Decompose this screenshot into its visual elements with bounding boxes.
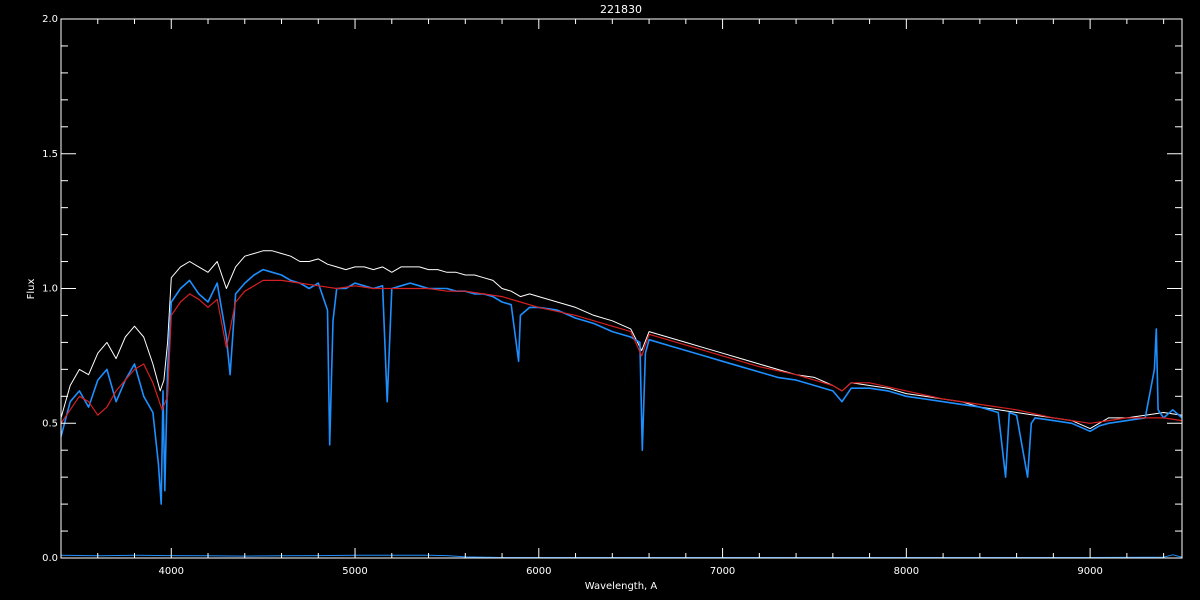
y-axis-title: Flux: [26, 279, 37, 300]
plot-frame: [60, 18, 1183, 559]
x-tick-label: 7000: [710, 566, 735, 577]
series-error-line: [61, 554, 1182, 558]
axes-layer: 4000 5000 6000 7000 8000 9000 0.0 0.5 1.0 1.5 2.0: [42, 14, 1183, 577]
x-tick-label: 9000: [1077, 566, 1102, 577]
series-layer: [61, 250, 1182, 558]
y-tick-label: 0.0: [42, 553, 58, 564]
spectrum-chart: 221830 Wavelength, A Flux 4000 5000 6000 70…: [0, 0, 1200, 600]
chart-title: 221830: [600, 3, 642, 16]
series-spectrum-line: [61, 268, 1182, 505]
series-model-line: [61, 279, 1182, 424]
y-tick-label: 0.5: [42, 418, 58, 429]
x-tick-label: 5000: [342, 566, 367, 577]
plot-canvas: 221830 Wavelength, A Flux 4000 5000 6000 70…: [26, 3, 1183, 592]
y-tick-label: 1.0: [42, 284, 58, 295]
x-tick-label: 8000: [894, 566, 919, 577]
y-tick-label: 1.5: [42, 149, 58, 160]
x-axis-title: Wavelength, A: [585, 581, 658, 592]
y-tick-label: 2.0: [42, 14, 58, 25]
x-tick-label: 6000: [526, 566, 551, 577]
x-tick-label: 4000: [159, 566, 184, 577]
series-observed-line: [61, 250, 1182, 430]
